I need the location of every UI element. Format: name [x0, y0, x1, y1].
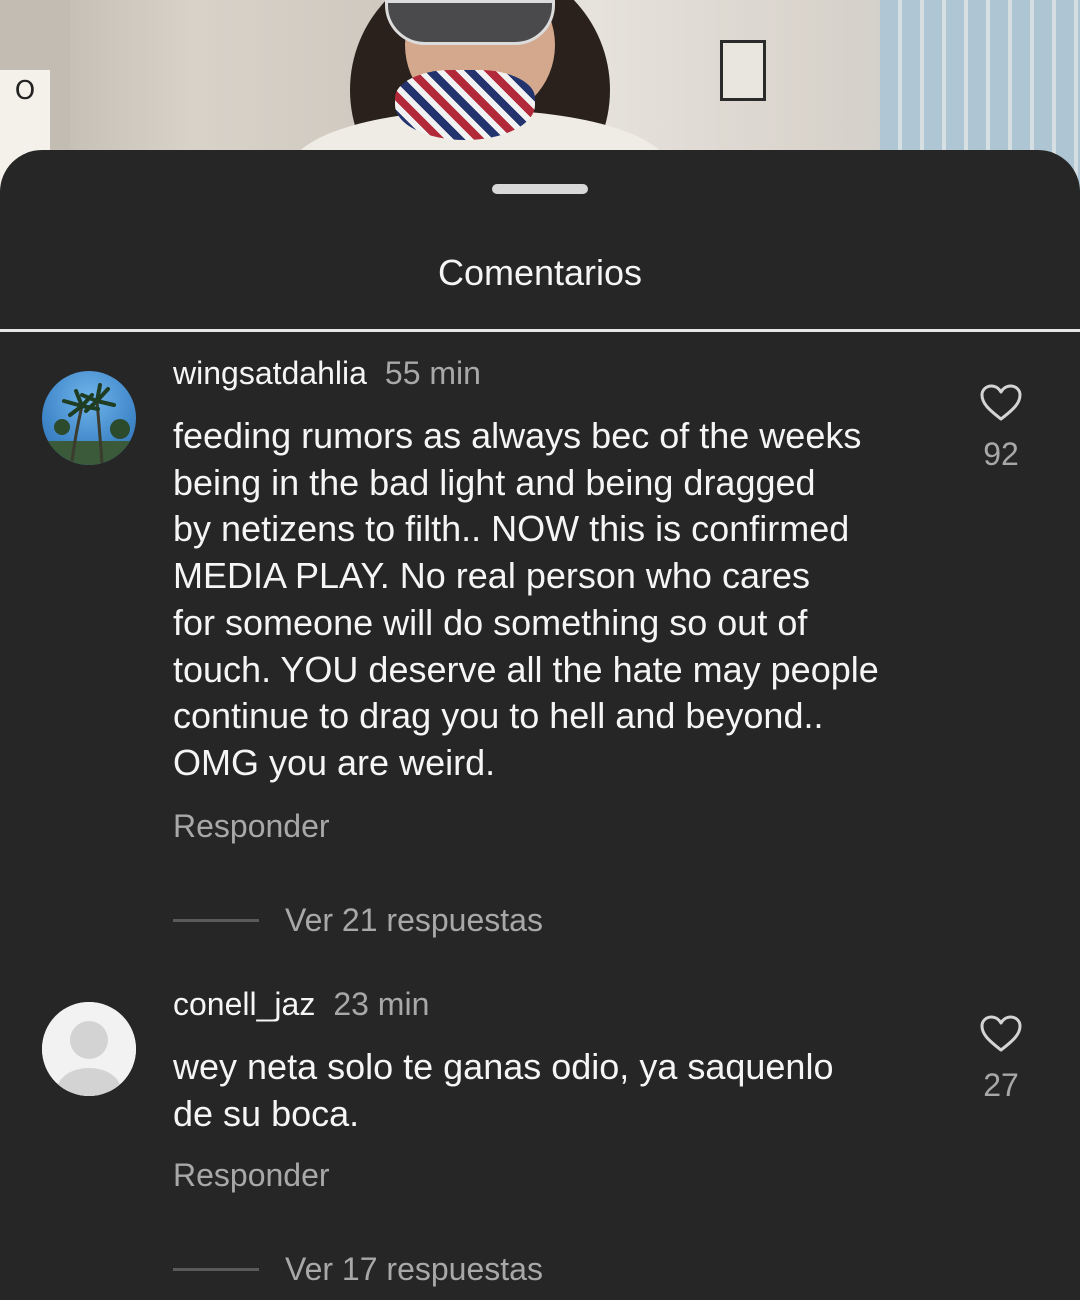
like-button[interactable]: 27 — [970, 1015, 1032, 1104]
like-button[interactable]: 92 — [970, 384, 1032, 473]
header-divider — [0, 329, 1080, 332]
like-count: 92 — [983, 436, 1019, 472]
comment-text: wey neta solo te ganas odio, ya saquenlo… — [173, 1046, 834, 1134]
heart-icon — [980, 1015, 1022, 1052]
sheet-drag-handle[interactable] — [492, 184, 588, 194]
comment-username[interactable]: wingsatdahlia — [173, 355, 367, 391]
view-replies-label: Ver 21 respuestas — [285, 901, 543, 938]
replies-line — [173, 918, 259, 922]
heart-icon — [980, 384, 1022, 421]
photo-frame — [720, 40, 766, 101]
default-user-avatar[interactable] — [42, 1002, 136, 1096]
like-count: 27 — [983, 1067, 1019, 1103]
reply-button[interactable]: Responder — [173, 808, 330, 845]
reply-button[interactable]: Responder — [173, 1157, 330, 1194]
palm-tree-avatar[interactable] — [42, 371, 136, 465]
sheet-title: Comentarios — [437, 252, 643, 293]
comment-meta: wingsatdahlia 55 min — [173, 355, 481, 392]
comment-text: feeding rumors as always bec of the week… — [173, 415, 879, 783]
comment-username[interactable]: conell_jaz — [173, 986, 315, 1022]
photo-goggles — [385, 0, 555, 45]
comment-time: 55 min — [384, 355, 481, 391]
comment-time: 23 min — [333, 986, 430, 1022]
photo-scarf — [395, 70, 535, 140]
replies-line — [173, 1267, 259, 1271]
comments-sheet: Comentarios wingsatdahlia 55 min feeding … — [0, 150, 1080, 1300]
view-replies-button[interactable]: Ver 21 respuestas — [173, 900, 543, 940]
comment-meta: conell_jaz 23 min — [173, 986, 429, 1023]
view-replies-button[interactable]: Ver 17 respuestas — [173, 1249, 543, 1289]
view-replies-label: Ver 17 respuestas — [285, 1250, 543, 1287]
